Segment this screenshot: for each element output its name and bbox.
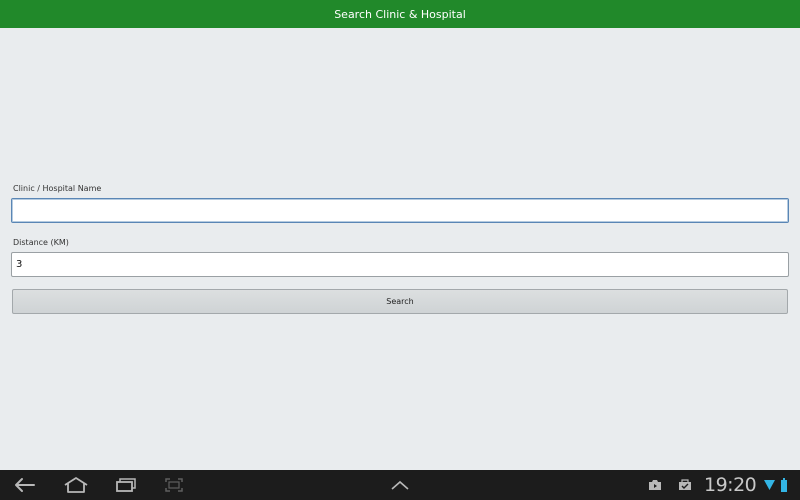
home-icon[interactable] [62, 470, 90, 500]
shopping-bag-icon [677, 470, 693, 500]
system-bar: 19:20 [0, 470, 800, 500]
search-button[interactable]: Search [12, 289, 788, 314]
distance-label: Distance (KM) [13, 238, 69, 247]
distance-input[interactable] [11, 252, 789, 277]
back-icon[interactable] [12, 470, 38, 500]
clinic-name-label: Clinic / Hospital Name [13, 184, 102, 193]
title-bar: Search Clinic & Hospital [0, 0, 800, 28]
battery-icon [780, 470, 788, 500]
screenshot-icon[interactable] [162, 470, 186, 500]
camera-icon [647, 470, 663, 500]
page-title: Search Clinic & Hospital [334, 7, 466, 21]
search-form: Clinic / Hospital Name Distance (KM) Sea… [0, 28, 800, 470]
clinic-name-input[interactable] [11, 198, 789, 223]
chevron-up-icon[interactable] [388, 470, 412, 500]
clock: 19:20 [704, 474, 757, 496]
wifi-icon [763, 470, 775, 500]
recent-apps-icon[interactable] [114, 470, 138, 500]
